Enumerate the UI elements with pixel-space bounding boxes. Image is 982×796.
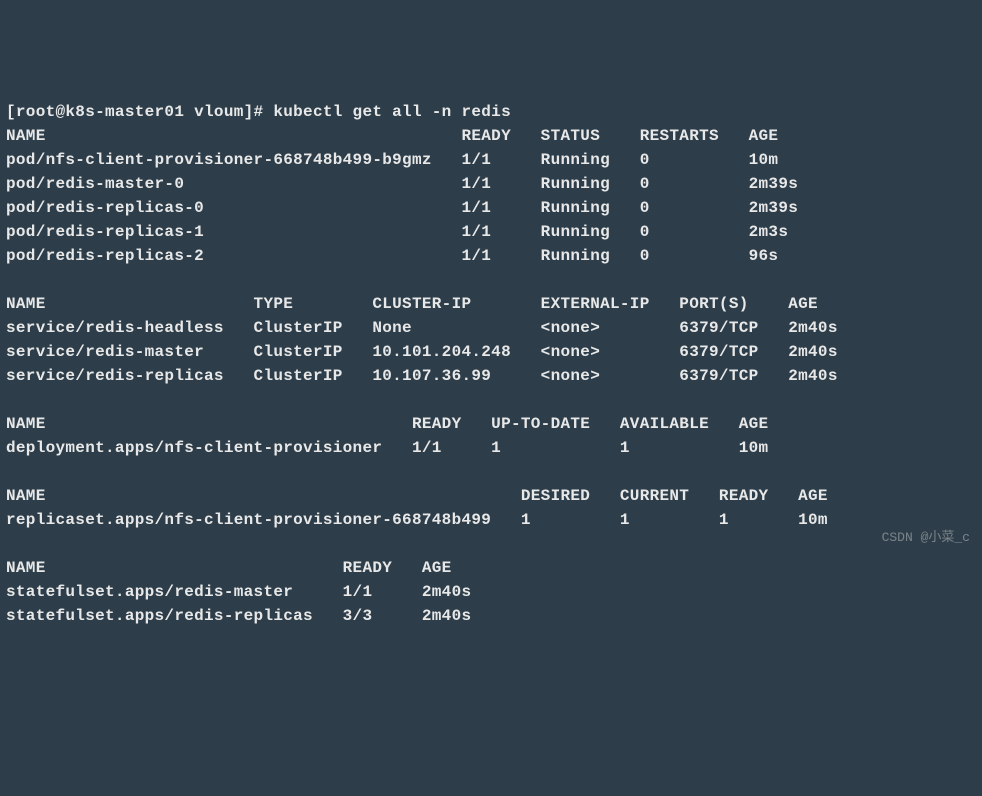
deployments-header: NAME READY UP-TO-DATE AVAILABLE AGE [6, 415, 768, 433]
terminal-output: [root@k8s-master01 vloum]# kubectl get a… [6, 100, 976, 628]
pods-header: NAME READY STATUS RESTARTS AGE [6, 127, 778, 145]
services-header: NAME TYPE CLUSTER-IP EXTERNAL-IP PORT(S)… [6, 295, 818, 313]
watermark: CSDN @小菜_c [882, 528, 970, 548]
statefulset-row: statefulset.apps/redis-replicas 3/3 2m40… [6, 607, 471, 625]
service-row: service/redis-master ClusterIP 10.101.20… [6, 343, 838, 361]
statefulset-row: statefulset.apps/redis-master 1/1 2m40s [6, 583, 471, 601]
pod-row: pod/nfs-client-provisioner-668748b499-b9… [6, 151, 778, 169]
service-row: service/redis-replicas ClusterIP 10.107.… [6, 367, 838, 385]
statefulsets-header: NAME READY AGE [6, 559, 452, 577]
pod-row: pod/redis-replicas-2 1/1 Running 0 96s [6, 247, 778, 265]
replicaset-row: replicaset.apps/nfs-client-provisioner-6… [6, 511, 828, 529]
pod-row: pod/redis-replicas-1 1/1 Running 0 2m3s [6, 223, 788, 241]
pod-row: pod/redis-replicas-0 1/1 Running 0 2m39s [6, 199, 798, 217]
command-prompt: [root@k8s-master01 vloum]# kubectl get a… [6, 103, 511, 121]
replicasets-header: NAME DESIRED CURRENT READY AGE [6, 487, 828, 505]
deployment-row: deployment.apps/nfs-client-provisioner 1… [6, 439, 768, 457]
service-row: service/redis-headless ClusterIP None <n… [6, 319, 838, 337]
pod-row: pod/redis-master-0 1/1 Running 0 2m39s [6, 175, 798, 193]
